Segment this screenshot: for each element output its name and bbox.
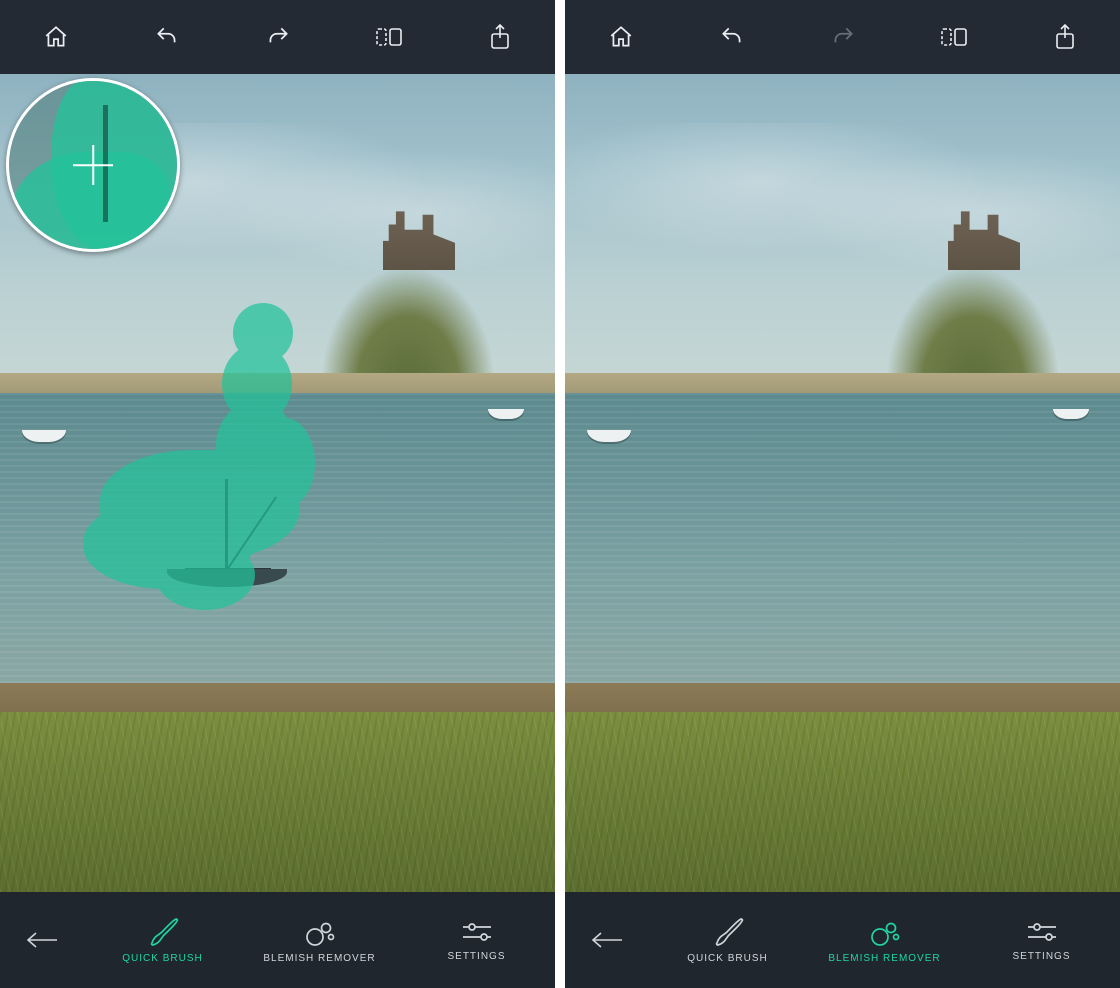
tool-blemish-remover[interactable]: BLEMISH REMOVER <box>245 892 395 988</box>
back-button[interactable] <box>0 930 84 950</box>
tool-label: BLEMISH REMOVER <box>828 953 940 964</box>
undo-icon <box>154 24 180 50</box>
tool-label: BLEMISH REMOVER <box>263 953 375 964</box>
compare-button[interactable] <box>367 15 411 59</box>
crosshair-icon <box>73 145 113 185</box>
tool-label: SETTINGS <box>1012 951 1070 962</box>
undo-icon <box>719 24 745 50</box>
top-toolbar <box>565 0 1120 74</box>
blemish-remover-icon <box>303 917 337 947</box>
home-button[interactable] <box>34 15 78 59</box>
tool-label: QUICK BRUSH <box>122 953 202 964</box>
back-arrow-icon <box>590 930 624 950</box>
tool-blemish-remover[interactable]: BLEMISH REMOVER <box>810 892 960 988</box>
home-icon <box>43 24 69 50</box>
pane-divider <box>555 0 565 988</box>
photo-canvas[interactable] <box>565 74 1120 892</box>
share-button[interactable] <box>1043 15 1087 59</box>
quick-brush-icon <box>711 917 745 947</box>
redo-button[interactable] <box>256 15 300 59</box>
redo-button[interactable] <box>821 15 865 59</box>
back-arrow-icon <box>25 930 59 950</box>
home-button[interactable] <box>599 15 643 59</box>
compare-button[interactable] <box>932 15 976 59</box>
tool-label: SETTINGS <box>447 951 505 962</box>
tool-settings[interactable]: SETTINGS <box>402 892 552 988</box>
share-icon <box>488 23 512 51</box>
tool-quick-brush[interactable]: QUICK BRUSH <box>653 892 803 988</box>
clouds-layer <box>565 123 1120 270</box>
share-icon <box>1053 23 1077 51</box>
settings-sliders-icon <box>1025 919 1059 945</box>
editor-pane-left: QUICK BRUSH BLEMISH REMOVER SETTINGS <box>0 0 555 988</box>
magnifier-loupe <box>6 78 180 252</box>
tool-quick-brush[interactable]: QUICK BRUSH <box>88 892 238 988</box>
undo-button[interactable] <box>710 15 754 59</box>
tool-label: QUICK BRUSH <box>687 953 767 964</box>
compare-icon <box>374 24 404 50</box>
bottom-toolbar: QUICK BRUSH BLEMISH REMOVER SETTINGS <box>0 892 555 988</box>
photo-canvas[interactable] <box>0 74 555 892</box>
share-button[interactable] <box>478 15 522 59</box>
editor-pane-right: QUICK BRUSH BLEMISH REMOVER SETTINGS <box>565 0 1120 988</box>
redo-icon <box>830 24 856 50</box>
quick-brush-icon <box>146 917 180 947</box>
undo-button[interactable] <box>145 15 189 59</box>
sea-layer <box>565 393 1120 687</box>
back-button[interactable] <box>565 930 649 950</box>
home-icon <box>608 24 634 50</box>
tool-settings[interactable]: SETTINGS <box>967 892 1117 988</box>
compare-icon <box>939 24 969 50</box>
blemish-remover-icon <box>868 917 902 947</box>
redo-icon <box>265 24 291 50</box>
grass-layer <box>565 712 1120 892</box>
top-toolbar <box>0 0 555 74</box>
settings-sliders-icon <box>460 919 494 945</box>
bottom-toolbar: QUICK BRUSH BLEMISH REMOVER SETTINGS <box>565 892 1120 988</box>
